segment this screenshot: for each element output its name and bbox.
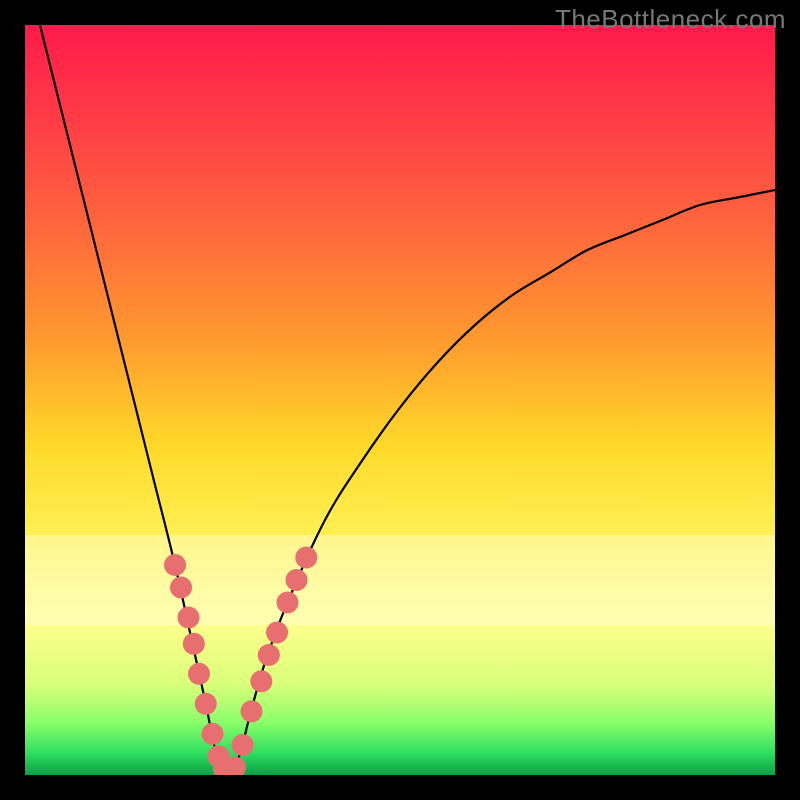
highlight-band: [25, 535, 775, 625]
curve-marker: [195, 693, 217, 715]
chart-svg: [25, 25, 775, 775]
curve-marker: [241, 700, 263, 722]
chart-gradient-frame: [25, 25, 775, 775]
curve-marker: [178, 607, 200, 629]
curve-marker: [202, 723, 224, 745]
curve-marker: [277, 592, 299, 614]
curve-marker: [188, 663, 210, 685]
watermark-text: TheBottleneck.com: [555, 4, 786, 35]
curve-marker: [170, 577, 192, 599]
curve-marker: [183, 633, 205, 655]
curve-marker: [258, 644, 280, 666]
curve-marker: [232, 734, 254, 756]
bottleneck-curve: [40, 25, 775, 775]
curve-marker: [286, 569, 308, 591]
curve-marker: [164, 554, 186, 576]
curve-marker: [266, 622, 288, 644]
curve-marker: [250, 670, 272, 692]
curve-marker: [295, 547, 317, 569]
